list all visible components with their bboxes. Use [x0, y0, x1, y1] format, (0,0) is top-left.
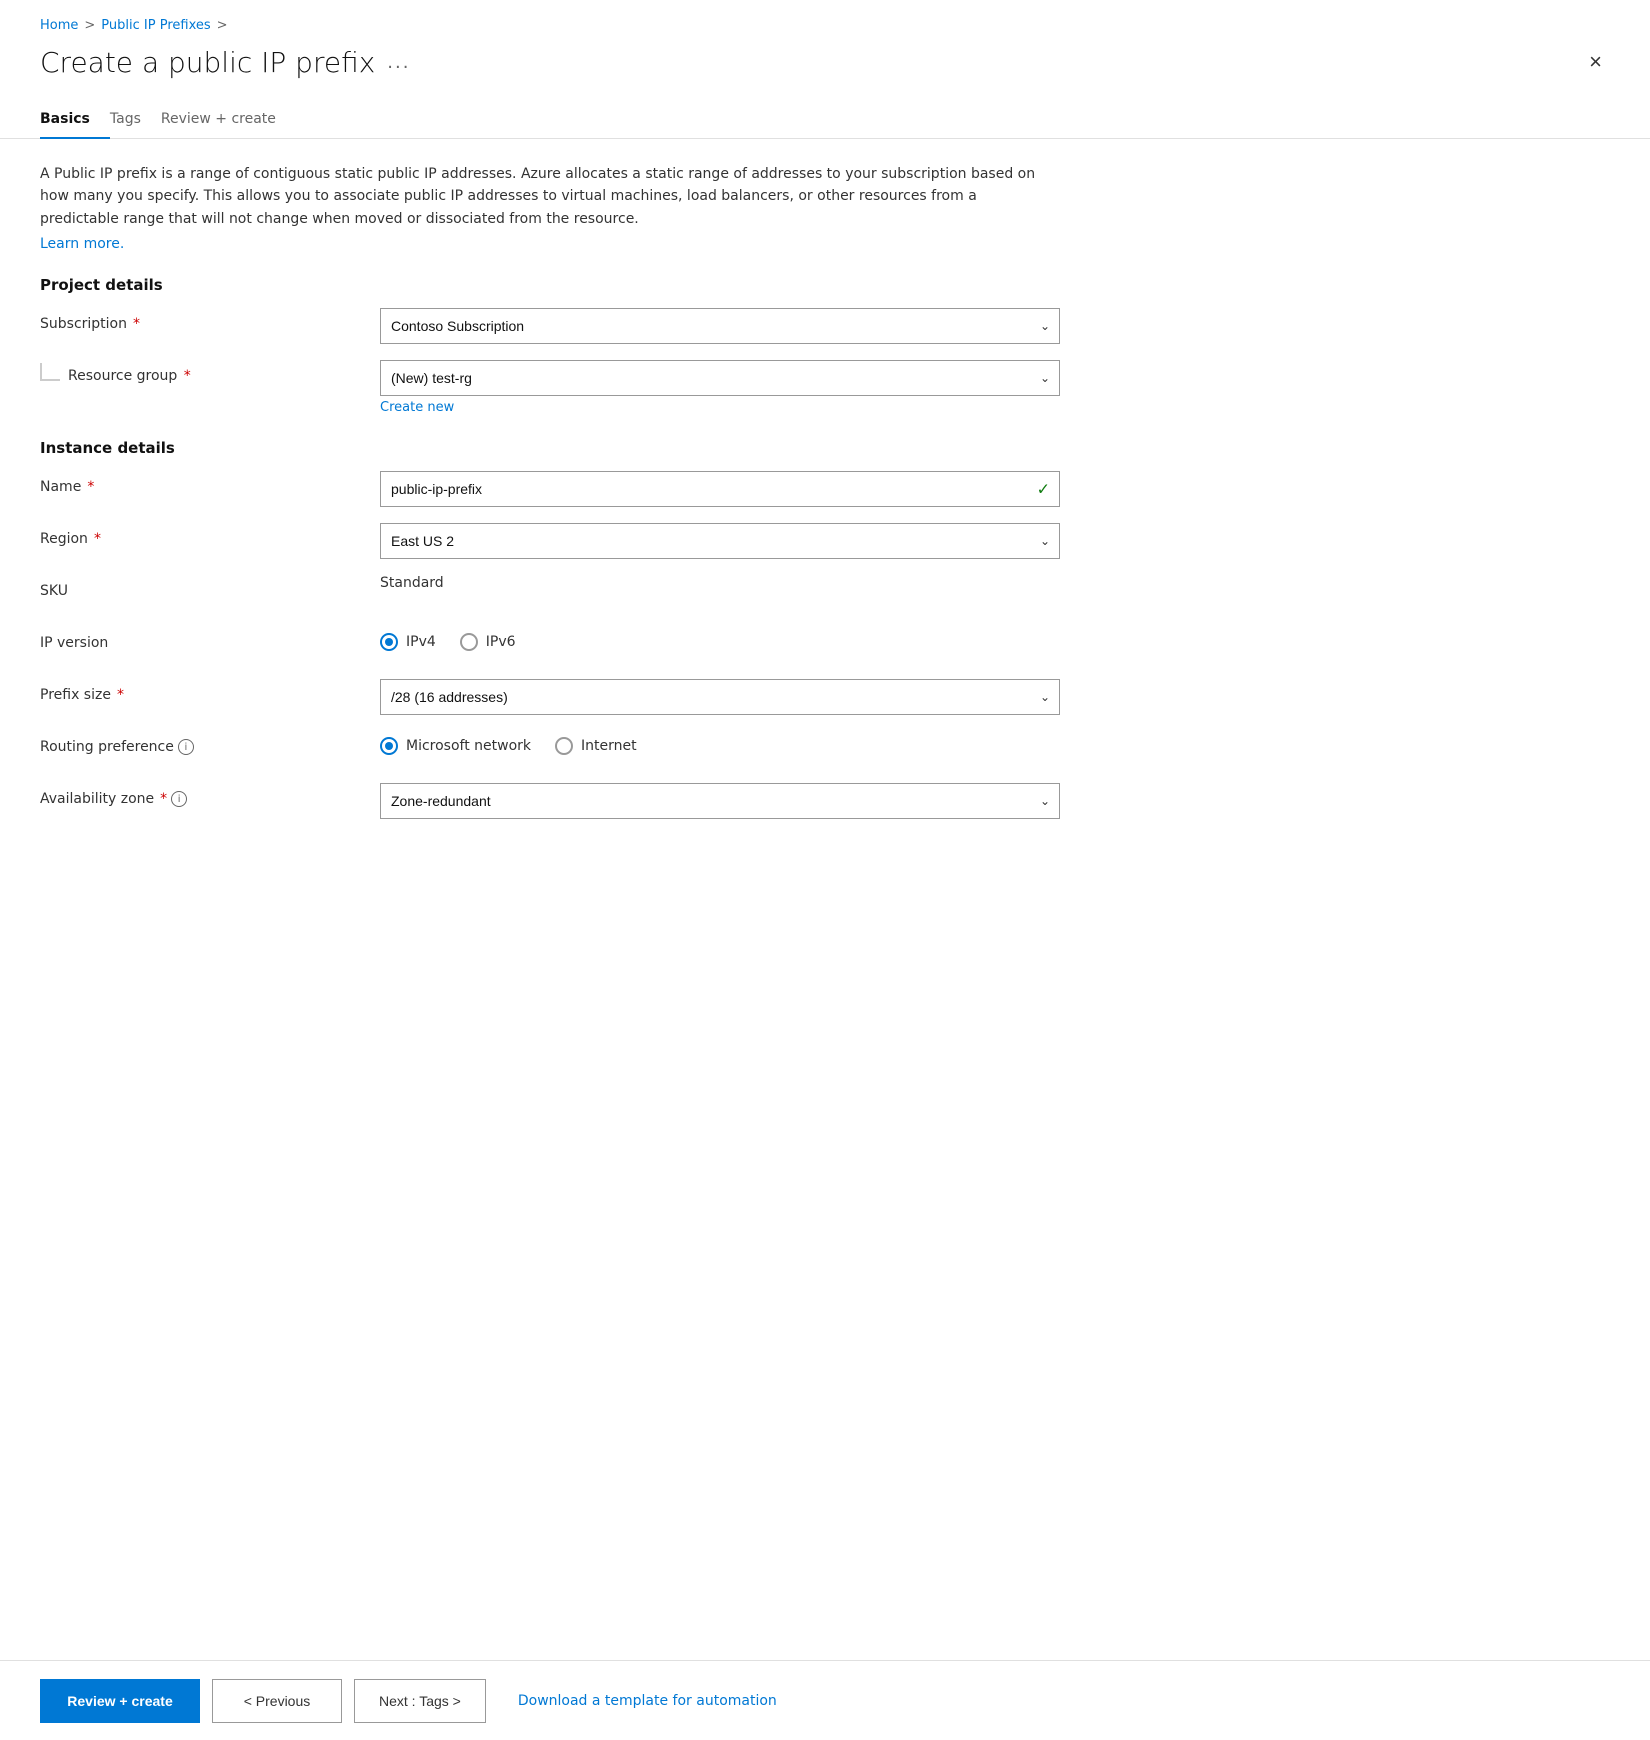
ipv6-radio-circle	[460, 633, 478, 651]
prefix-size-select-wrapper: /28 (16 addresses) ⌄	[380, 679, 1060, 715]
description-text: A Public IP prefix is a range of contigu…	[40, 163, 1060, 230]
name-field-wrapper: ✓	[380, 471, 1060, 507]
tab-review-create[interactable]: Review + create	[161, 103, 296, 139]
prefix-size-label: Prefix size *	[40, 679, 380, 703]
subscription-select-wrapper: Contoso Subscription ⌄	[380, 308, 1060, 344]
routing-preference-info-icon[interactable]: i	[178, 739, 194, 755]
region-row: Region * East US 2 ⌄	[40, 523, 1060, 559]
region-required: *	[94, 531, 101, 547]
microsoft-network-radio-circle	[380, 737, 398, 755]
breadcrumb-home[interactable]: Home	[40, 18, 78, 33]
rg-required: *	[184, 368, 191, 384]
page-title: Create a public IP prefix	[40, 46, 375, 79]
sku-label: SKU	[40, 575, 380, 599]
region-select-wrapper: East US 2 ⌄	[380, 523, 1060, 559]
name-required: *	[87, 479, 94, 495]
resource-group-select-wrapper: (New) test-rg ⌄	[380, 360, 1060, 396]
prefix-size-select[interactable]: /28 (16 addresses)	[380, 679, 1060, 715]
breadcrumb-section[interactable]: Public IP Prefixes	[101, 18, 210, 33]
more-options-icon[interactable]: ...	[387, 52, 410, 73]
routing-preference-row: Routing preference i Microsoft network I…	[40, 731, 1060, 767]
tabs-bar: Basics Tags Review + create	[0, 79, 1650, 139]
footer: Review + create < Previous Next : Tags >…	[0, 1660, 1650, 1740]
ip-version-ipv6[interactable]: IPv6	[460, 633, 516, 651]
breadcrumb-sep1: >	[84, 18, 95, 33]
routing-preference-radio-group: Microsoft network Internet	[380, 731, 1060, 755]
subscription-required: *	[133, 316, 140, 332]
subscription-select[interactable]: Contoso Subscription	[380, 308, 1060, 344]
internet-radio-circle	[555, 737, 573, 755]
resource-group-row: Resource group * (New) test-rg ⌄ Create …	[40, 360, 1060, 415]
availability-zone-info-icon[interactable]: i	[171, 791, 187, 807]
az-required: *	[160, 791, 167, 807]
availability-zone-control: Zone-redundant ⌄	[380, 783, 1060, 819]
valid-checkmark-icon: ✓	[1037, 480, 1050, 499]
resource-group-label: Resource group *	[68, 368, 191, 384]
sku-row: SKU Standard	[40, 575, 1060, 611]
name-control: ✓	[380, 471, 1060, 507]
name-input[interactable]	[380, 471, 1060, 507]
prefix-size-required: *	[117, 687, 124, 703]
name-label: Name *	[40, 471, 380, 495]
resource-group-select[interactable]: (New) test-rg	[380, 360, 1060, 396]
learn-more-link[interactable]: Learn more.	[40, 236, 124, 252]
indent-line	[40, 363, 60, 381]
subscription-row: Subscription * Contoso Subscription ⌄	[40, 308, 1060, 344]
subscription-label: Subscription *	[40, 308, 380, 332]
routing-preference-control: Microsoft network Internet	[380, 731, 1060, 755]
previous-button[interactable]: < Previous	[212, 1679, 342, 1723]
routing-internet[interactable]: Internet	[555, 737, 637, 755]
availability-zone-row: Availability zone * i Zone-redundant ⌄	[40, 783, 1060, 819]
download-template-link[interactable]: Download a template for automation	[518, 1693, 777, 1709]
microsoft-network-radio-dot	[385, 742, 393, 750]
routing-microsoft-network[interactable]: Microsoft network	[380, 737, 531, 755]
availability-zone-select[interactable]: Zone-redundant	[380, 783, 1060, 819]
name-row: Name * ✓	[40, 471, 1060, 507]
ip-version-control: IPv4 IPv6	[380, 627, 1060, 651]
ip-version-row: IP version IPv4 IPv6	[40, 627, 1060, 663]
ip-version-ipv4[interactable]: IPv4	[380, 633, 436, 651]
ipv4-radio-circle	[380, 633, 398, 651]
prefix-size-row: Prefix size * /28 (16 addresses) ⌄	[40, 679, 1060, 715]
instance-details-title: Instance details	[40, 439, 1060, 457]
create-new-link[interactable]: Create new	[380, 400, 454, 415]
availability-zone-select-wrapper: Zone-redundant ⌄	[380, 783, 1060, 819]
subscription-control: Contoso Subscription ⌄	[380, 308, 1060, 344]
review-create-button[interactable]: Review + create	[40, 1679, 200, 1723]
page-header: Create a public IP prefix ... ×	[0, 33, 1650, 79]
breadcrumb-sep2: >	[217, 18, 228, 33]
resource-group-control: (New) test-rg ⌄ Create new	[380, 360, 1060, 415]
ip-version-radio-group: IPv4 IPv6	[380, 627, 1060, 651]
availability-zone-label: Availability zone * i	[40, 783, 380, 807]
prefix-size-control: /28 (16 addresses) ⌄	[380, 679, 1060, 715]
project-details-title: Project details	[40, 276, 1060, 294]
region-control: East US 2 ⌄	[380, 523, 1060, 559]
content-area: A Public IP prefix is a range of contigu…	[0, 139, 1100, 859]
resource-group-indent: Resource group *	[40, 360, 380, 384]
close-button[interactable]: ×	[1581, 45, 1610, 79]
tab-tags[interactable]: Tags	[110, 103, 161, 139]
sku-value: Standard	[380, 567, 444, 591]
ipv4-radio-dot	[385, 638, 393, 646]
region-label: Region *	[40, 523, 380, 547]
next-button[interactable]: Next : Tags >	[354, 1679, 486, 1723]
breadcrumb: Home > Public IP Prefixes >	[0, 0, 1650, 33]
tab-basics[interactable]: Basics	[40, 103, 110, 139]
routing-preference-label: Routing preference i	[40, 731, 380, 755]
region-select[interactable]: East US 2	[380, 523, 1060, 559]
sku-control: Standard	[380, 575, 1060, 591]
ip-version-label: IP version	[40, 627, 380, 651]
